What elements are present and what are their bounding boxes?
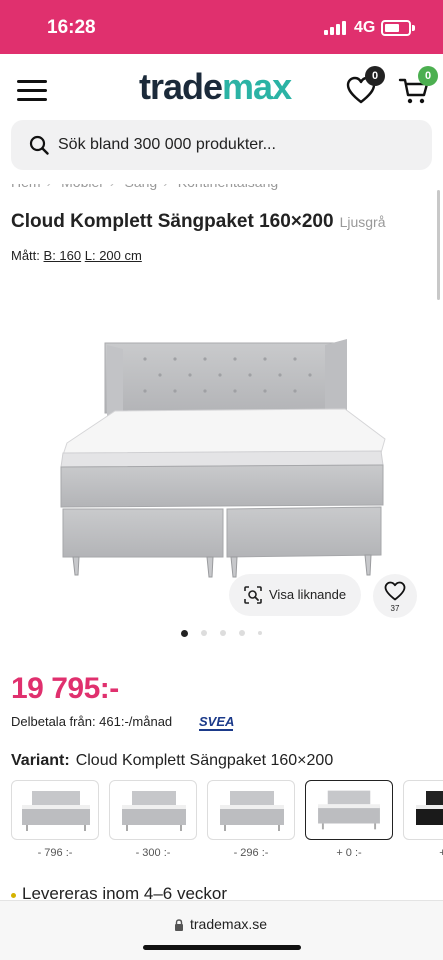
lock-icon	[175, 919, 183, 931]
page-scrollbar[interactable]	[437, 190, 440, 300]
variant-price-diff: - 296 :-	[233, 847, 269, 859]
variant-price-diff: + 0 :-	[336, 847, 362, 859]
variant-thumbnail-image	[11, 780, 99, 840]
variant-option[interactable]: + 0	[403, 780, 443, 859]
product-title: Cloud Komplett Sängpaket 160×200	[11, 211, 334, 232]
variant-option[interactable]: - 296 :-	[207, 780, 295, 859]
heart-icon	[384, 581, 406, 601]
header-edge	[0, 174, 443, 184]
svea-logo[interactable]: SVEA	[199, 714, 234, 729]
variant-option-selected[interactable]: + 0 :-	[305, 780, 393, 859]
dims-label: Mått:	[11, 248, 40, 263]
variant-thumbnail-image	[207, 780, 295, 840]
wishlist-count: 37	[390, 604, 400, 613]
product-color: Ljusgrå	[339, 214, 386, 230]
favorites-count-badge: 0	[365, 66, 385, 86]
variant-thumbnail-image	[403, 780, 443, 840]
logo-part-trade: trade	[139, 66, 223, 107]
url-text: trademax.se	[190, 916, 268, 932]
variant-row: Variant: Cloud Komplett Sängpaket 160×200	[11, 752, 333, 770]
variant-price-diff: - 796 :-	[37, 847, 73, 859]
cart-count-badge: 0	[418, 66, 438, 86]
battery-cap	[412, 25, 415, 31]
delivery-status-dot	[11, 893, 16, 898]
carousel-dot[interactable]	[239, 630, 245, 636]
hamburger-menu-icon[interactable]	[17, 80, 47, 102]
variant-value: Cloud Komplett Sängpaket 160×200	[75, 752, 334, 769]
variant-thumbnail-image	[109, 780, 197, 840]
show-similar-button[interactable]: Visa liknande	[229, 574, 361, 616]
variant-option[interactable]: - 300 :-	[109, 780, 197, 859]
product-title-row: Cloud Komplett Sängpaket 160×200 Ljusgrå	[11, 211, 386, 233]
logo-part-max: max	[222, 66, 292, 107]
carousel-dot[interactable]	[220, 630, 226, 636]
product-image-bed[interactable]	[55, 335, 390, 585]
variant-price-diff: + 0	[439, 847, 443, 859]
search-icon	[29, 135, 49, 155]
variant-thumbnail-image	[305, 780, 393, 840]
variant-price-diff: - 300 :-	[135, 847, 171, 859]
product-price: 19 795:-	[11, 672, 119, 705]
browser-address-bar[interactable]: trademax.se	[0, 900, 443, 960]
network-type: 4G	[354, 19, 376, 36]
show-similar-label: Visa liknande	[269, 587, 347, 602]
battery-icon	[381, 20, 411, 36]
carousel-dot[interactable]	[258, 631, 262, 635]
dims-length[interactable]: L: 200 cm	[85, 248, 142, 263]
home-indicator[interactable]	[143, 945, 301, 950]
wishlist-button[interactable]: 37	[373, 574, 417, 618]
cellular-signal-icon	[324, 21, 348, 35]
svea-logo-underline	[199, 729, 233, 731]
status-bar: 16:28 4G	[0, 0, 443, 54]
installment-info: Delbetala från: 461:-/månad	[11, 714, 173, 729]
dims-width[interactable]: B: 160	[44, 248, 82, 263]
product-dimensions: Mått: B: 160 L: 200 cm	[11, 248, 142, 263]
carousel-dot[interactable]	[201, 630, 207, 636]
visual-search-icon	[244, 586, 262, 604]
variant-option[interactable]: - 796 :-	[11, 780, 99, 859]
status-time: 16:28	[47, 17, 96, 38]
search-bar[interactable]: Sök bland 300 000 produkter...	[11, 120, 432, 170]
search-placeholder: Sök bland 300 000 produkter...	[58, 136, 276, 153]
carousel-dot[interactable]	[181, 630, 188, 637]
trademax-logo[interactable]: trademax	[139, 66, 292, 108]
variant-thumbnails: - 796 :- - 300 :- - 296 :- + 0 :- + 0	[11, 780, 443, 870]
site-header: trademax 0 0 Sök bland 300 000 produkter…	[0, 54, 443, 184]
variant-label: Variant:	[11, 752, 70, 769]
